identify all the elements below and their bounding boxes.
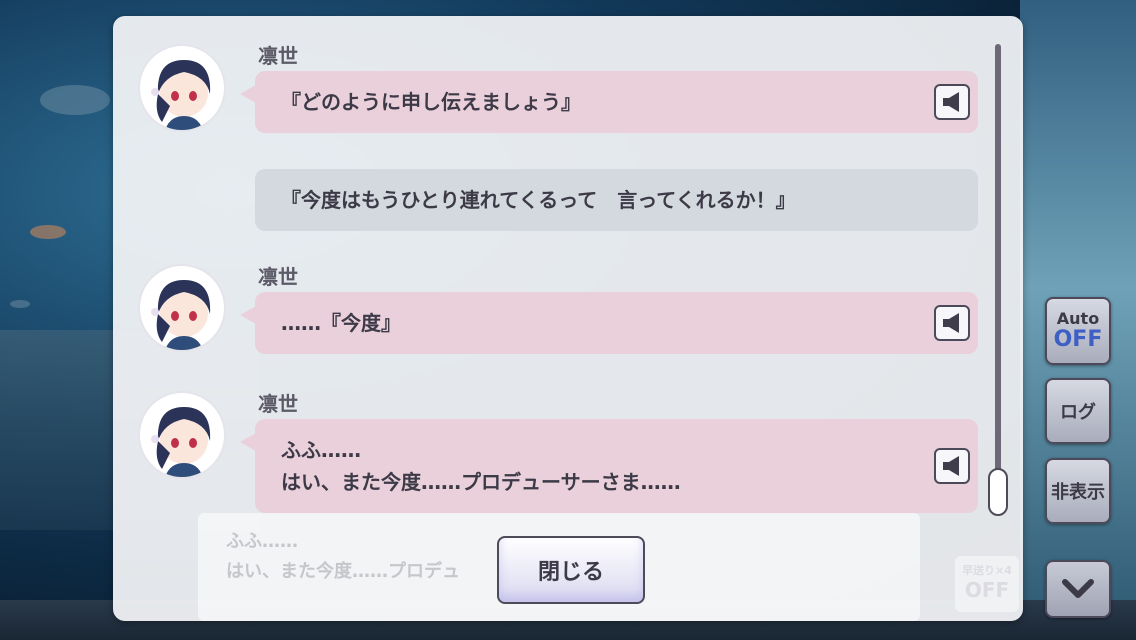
- dialogue-bubble: 『今度はもうひとり連れてくるって 言ってくれるか！』: [255, 169, 978, 231]
- close-button[interactable]: 閉じる: [497, 536, 645, 604]
- dialogue-bubble: ……『今度』: [240, 292, 978, 354]
- dialogue-line: ……『今度』: [281, 311, 401, 335]
- log-entry: 凛世 ふふ…… はい、また今度……プロデューサーさま……: [113, 374, 983, 514]
- dialogue-line: 『どのように申し伝えましょう』: [281, 90, 581, 114]
- fish-shape: [10, 300, 30, 308]
- voice-replay-button[interactable]: [934, 84, 970, 120]
- underlay-line: はい、また今度……プロデュ: [226, 561, 460, 582]
- log-scrollbar-track[interactable]: [995, 44, 1001, 514]
- speaker-name: 凛世: [258, 392, 298, 416]
- auto-label: Auto: [1056, 309, 1100, 328]
- voice-replay-button[interactable]: [934, 448, 970, 484]
- dialogue-log-panel: 凛世 『どのように申し伝えましょう』 『今度はもうひとり連れてくるって 言ってく…: [113, 16, 1023, 621]
- character-avatar: [138, 44, 226, 132]
- dialogue-line: ふふ……: [281, 438, 361, 462]
- dialogue-bubble: 『どのように申し伝えましょう』: [240, 71, 978, 133]
- underlay-line: ふふ……: [226, 531, 298, 552]
- hide-ui-button[interactable]: 非表示: [1045, 458, 1111, 524]
- log-entry: 凛世 『どのように申し伝えましょう』: [113, 16, 983, 146]
- dialogue-line: はい、また今度……プロデューサーさま……: [281, 470, 681, 494]
- fish-shape: [40, 85, 110, 115]
- log-button[interactable]: ログ: [1045, 378, 1111, 444]
- auto-toggle-button[interactable]: Auto OFF: [1045, 297, 1111, 365]
- fast-forward-label: 早送り×4: [962, 564, 1012, 577]
- speaker-icon: [943, 456, 959, 476]
- log-entry: 『今度はもうひとり連れてくるって 言ってくれるか！』: [113, 166, 983, 231]
- advance-button[interactable]: [1045, 560, 1111, 618]
- chevron-down-icon: [1062, 579, 1094, 598]
- speaker-icon: [943, 92, 959, 112]
- voice-replay-button[interactable]: [934, 305, 970, 341]
- auto-value: OFF: [1053, 327, 1103, 352]
- dialogue-line: 『今度はもうひとり連れてくるって 言ってくれるか！』: [281, 188, 796, 212]
- character-avatar: [138, 391, 226, 479]
- character-avatar: [138, 264, 226, 352]
- dialogue-bubble: ふふ…… はい、また今度……プロデューサーさま……: [240, 419, 978, 513]
- fast-forward-indicator: 早送り×4 OFF: [955, 556, 1019, 612]
- speaker-name: 凛世: [258, 265, 298, 289]
- fish-shape: [30, 225, 66, 239]
- log-entry: 凛世 ……『今度』: [113, 246, 983, 356]
- fast-forward-value: OFF: [964, 578, 1010, 602]
- log-scrollbar-thumb[interactable]: [988, 468, 1008, 516]
- speaker-name: 凛世: [258, 44, 298, 68]
- speaker-icon: [943, 313, 959, 333]
